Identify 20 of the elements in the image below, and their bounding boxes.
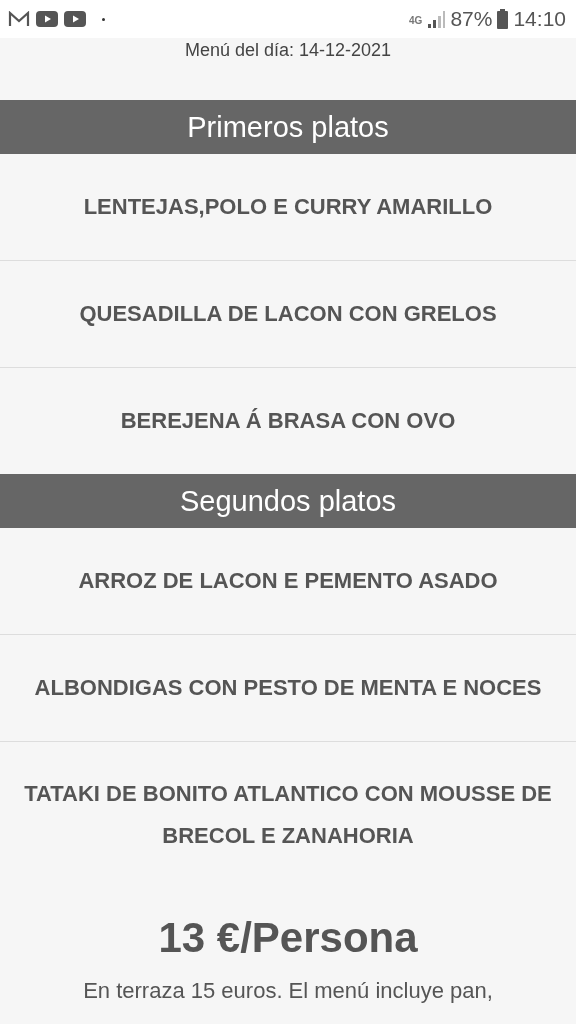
network-label: 4G	[409, 15, 423, 26]
play-icon	[36, 11, 58, 27]
dish-name: ALBONDIGAS CON PESTO DE MENTA E NOCES	[0, 635, 576, 742]
dish-name: LENTEJAS,POLO E CURRY AMARILLO	[0, 154, 576, 261]
dish-name: BEREJENA Á BRASA CON OVO	[119, 407, 457, 435]
battery-icon	[497, 9, 509, 29]
play-icon	[64, 11, 86, 27]
dot-icon	[102, 17, 105, 21]
dish-name: QUESADILLA DE LACON CON GRELOS	[0, 261, 576, 368]
signal-icon	[427, 10, 446, 28]
menu-note: En terraza 15 euros. El menú incluye pan,	[82, 978, 494, 1004]
section-header: Primeros platos	[0, 100, 576, 154]
price-text: 13 €/Persona	[157, 913, 419, 963]
dish-name: ARROZ DE LACON E PEMENTO ASADO	[0, 528, 576, 635]
battery-percent: 87%	[450, 7, 493, 31]
mail-icon	[8, 11, 30, 27]
dish-name: TATAKI DE BONITO ATLANTICO CON MOUSSE DE BRECOL E ZANAHORIA	[23, 780, 553, 850]
clock: 14:10	[513, 7, 566, 31]
menu-date: Menú del día: 14-12-2021	[183, 39, 393, 62]
section-header: Segundos platos	[0, 474, 576, 528]
